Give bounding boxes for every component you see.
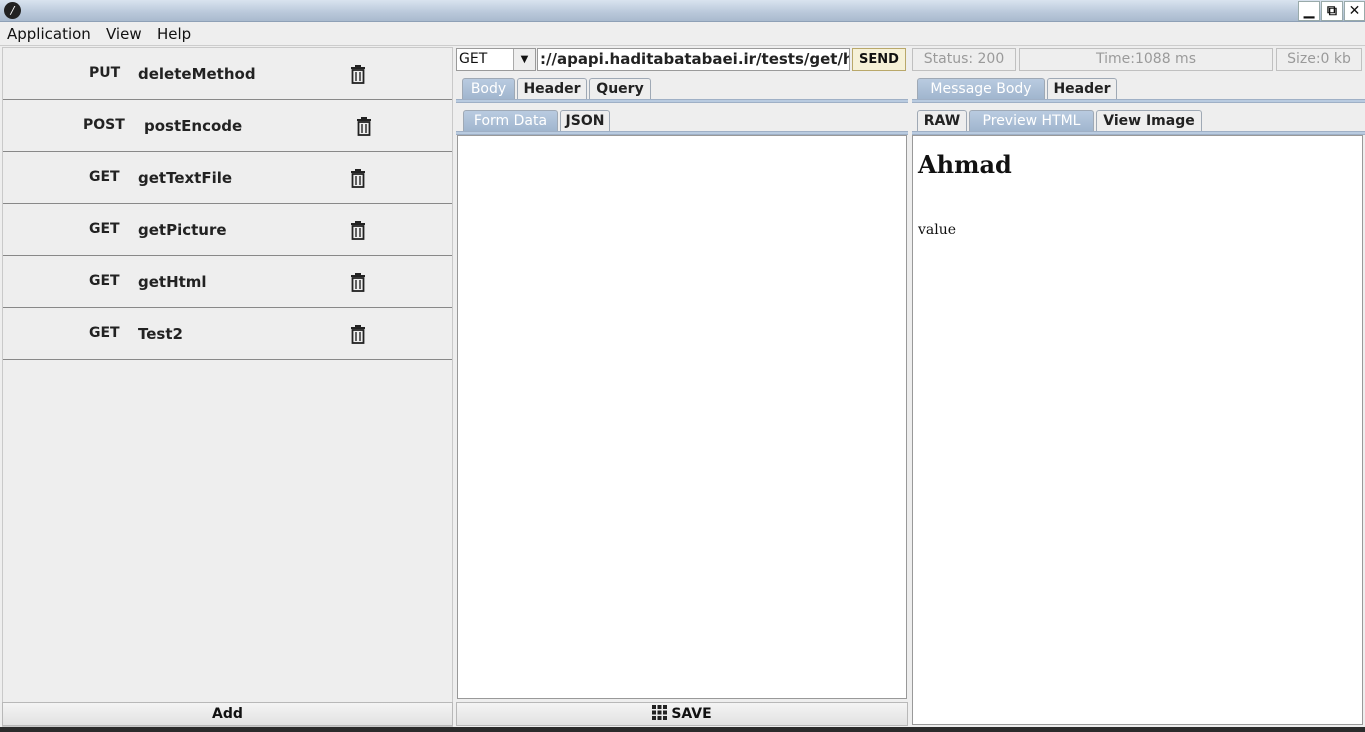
url-input[interactable]: ://apapi.haditabatabaei.ir/tests/get/htm… <box>537 48 850 71</box>
tab-view-image[interactable]: View Image <box>1096 110 1202 132</box>
tab-preview-html[interactable]: Preview HTML <box>969 110 1094 132</box>
request-list-panel: PUT deleteMethod POST postEncode GET get… <box>2 47 453 727</box>
tab-json[interactable]: JSON <box>560 110 610 132</box>
trash-icon[interactable] <box>349 324 367 344</box>
tab-body[interactable]: Body <box>462 78 515 100</box>
request-item[interactable]: POST postEncode <box>3 100 452 152</box>
grid-icon <box>652 705 668 720</box>
form-data-area[interactable] <box>457 135 907 699</box>
request-item[interactable]: GET getTextFile <box>3 152 452 204</box>
trash-icon[interactable] <box>355 116 373 136</box>
response-size: Size:0 kb <box>1276 48 1362 71</box>
request-name-label: deleteMethod <box>138 65 256 83</box>
preview-heading: Ahmad <box>918 150 1012 179</box>
close-button[interactable]: ✕ <box>1344 1 1365 21</box>
title-bar: / ▁ ⧉ ✕ <box>0 0 1365 22</box>
request-name-label: getHtml <box>138 273 207 291</box>
request-item[interactable]: PUT deleteMethod <box>3 48 452 100</box>
request-method-label: GET <box>89 273 120 289</box>
save-button-label: SAVE <box>671 706 712 722</box>
minimize-button[interactable]: ▁ <box>1298 1 1320 21</box>
preview-text: value <box>918 222 957 238</box>
trash-icon[interactable] <box>349 168 367 188</box>
html-preview-pane: Ahmad value <box>912 135 1363 725</box>
request-method-label: GET <box>89 325 120 341</box>
trash-icon[interactable] <box>349 272 367 292</box>
tab-header[interactable]: Header <box>517 78 587 100</box>
method-select[interactable]: GET ▼ <box>456 48 536 71</box>
method-select-value: GET <box>459 51 488 67</box>
request-name-label: getTextFile <box>138 169 233 187</box>
request-item[interactable]: GET getPicture <box>3 204 452 256</box>
request-method-label: GET <box>89 169 120 185</box>
menu-view[interactable]: View <box>106 25 142 43</box>
request-item[interactable]: GET getHtml <box>3 256 452 308</box>
request-name-label: Test2 <box>138 325 183 343</box>
tab-raw[interactable]: RAW <box>917 110 967 132</box>
tab-divider <box>912 99 1365 103</box>
tab-divider <box>456 99 908 103</box>
request-method-label: PUT <box>89 65 121 81</box>
taskbar-strip <box>0 727 1365 732</box>
menu-bar: Application View Help <box>0 22 1365 46</box>
request-name-label: getPicture <box>138 221 227 239</box>
maximize-button[interactable]: ⧉ <box>1321 1 1343 21</box>
save-button[interactable]: SAVE <box>456 702 908 726</box>
request-method-label: POST <box>83 117 125 133</box>
response-time: Time:1088 ms <box>1019 48 1273 71</box>
tab-query[interactable]: Query <box>589 78 651 100</box>
request-method-label: GET <box>89 221 120 237</box>
app-logo-icon: / <box>4 2 21 19</box>
trash-icon[interactable] <box>349 220 367 240</box>
tab-response-header[interactable]: Header <box>1047 78 1117 100</box>
request-item[interactable]: GET Test2 <box>3 308 452 360</box>
menu-application[interactable]: Application <box>7 25 91 43</box>
tab-form-data[interactable]: Form Data <box>463 110 558 132</box>
send-button[interactable]: SEND <box>852 48 906 71</box>
request-name-label: postEncode <box>144 117 243 135</box>
add-request-button[interactable]: Add <box>2 702 453 726</box>
tab-message-body[interactable]: Message Body <box>917 78 1045 100</box>
menu-help[interactable]: Help <box>157 25 191 43</box>
trash-icon[interactable] <box>349 64 367 84</box>
chevron-down-icon[interactable]: ▼ <box>513 49 535 70</box>
status-code: Status: 200 <box>912 48 1016 71</box>
